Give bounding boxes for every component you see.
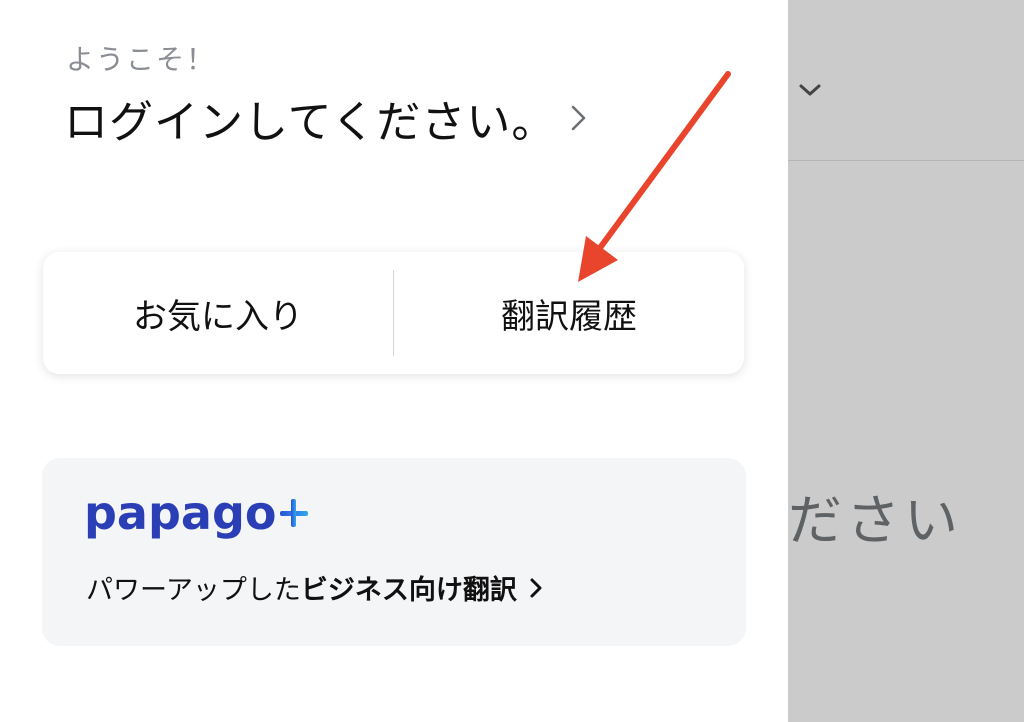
logo-text: papago (84, 486, 277, 540)
chevron-down-icon (798, 82, 822, 102)
background-input-placeholder: ださい (788, 489, 962, 552)
login-link[interactable]: ログインしてください。 (64, 88, 588, 148)
annotation-arrow-icon (578, 71, 731, 282)
papago-plus-promo[interactable]: papago パワーアップした ビジネス向け翻訳 (42, 458, 746, 646)
papago-plus-logo: papago (84, 486, 309, 540)
promo-text-bold: ビジネス向け翻訳 (300, 575, 517, 606)
welcome-text: ようこそ！ (66, 43, 217, 76)
login-prompt: ログインしてください。 (64, 97, 557, 148)
chevron-right-icon (529, 577, 543, 599)
favorites-button[interactable]: お気に入り (43, 252, 393, 374)
dimmed-background-page[interactable]: ださい (788, 0, 1024, 722)
promo-text: パワーアップした ビジネス向け翻訳 (86, 568, 543, 607)
plus-icon (280, 499, 309, 527)
divider (788, 160, 1024, 161)
promo-text-normal: パワーアップした (86, 575, 301, 606)
